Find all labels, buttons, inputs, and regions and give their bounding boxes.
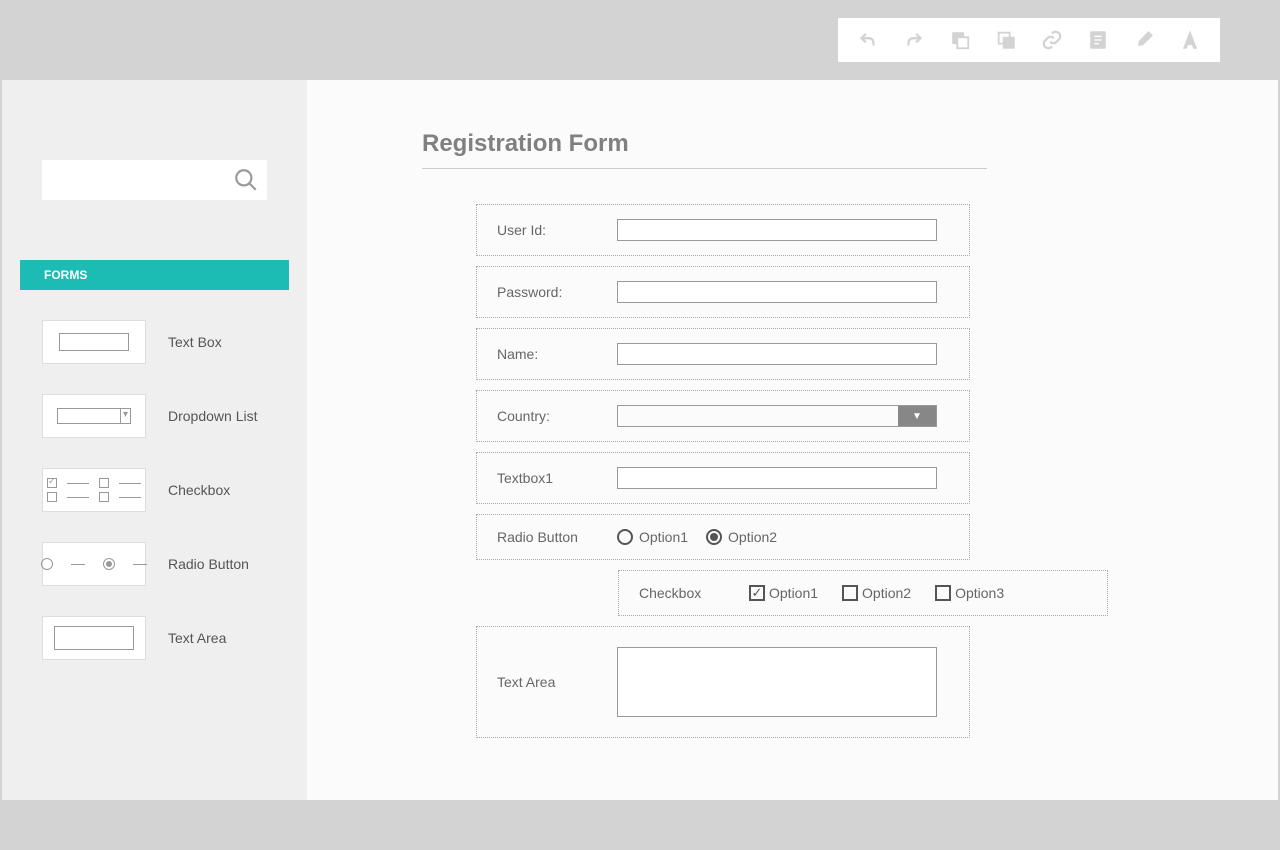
chevron-down-icon[interactable]: ▼: [898, 406, 936, 426]
input-user-id[interactable]: [617, 219, 937, 241]
row-radio[interactable]: Radio Button Option1 Option2: [476, 514, 970, 560]
palette-label: Text Box: [168, 334, 222, 350]
checkbox-group: Option1 Option2 Option3: [749, 585, 1004, 601]
undo-icon[interactable]: [856, 28, 880, 52]
input-textbox1[interactable]: [617, 467, 937, 489]
palette-item-textbox[interactable]: Text Box: [42, 320, 267, 364]
checkbox-checked-icon: [749, 585, 765, 601]
radio-thumb-icon: [42, 542, 146, 586]
paste-icon[interactable]: [994, 28, 1018, 52]
radio-circle-icon: [617, 529, 633, 545]
checkbox-icon: [935, 585, 951, 601]
page-title: Registration Form: [422, 130, 1178, 158]
radio-option1[interactable]: Option1: [617, 529, 688, 545]
checkbox-icon: [842, 585, 858, 601]
checkbox-option-label: Option3: [955, 585, 1004, 601]
row-country[interactable]: Country: ▼: [476, 390, 970, 442]
textbox-thumb-icon: [42, 320, 146, 364]
label-name: Name:: [497, 346, 617, 362]
input-name[interactable]: [617, 343, 937, 365]
top-toolbar: [0, 0, 1280, 80]
label-textarea: Text Area: [497, 674, 617, 690]
row-password[interactable]: Password:: [476, 266, 970, 318]
label-user-id: User Id:: [497, 222, 617, 238]
checkbox-option1[interactable]: Option1: [749, 585, 818, 601]
palette-label: Radio Button: [168, 556, 249, 572]
font-icon[interactable]: [1178, 28, 1202, 52]
palette-item-textarea[interactable]: Text Area: [42, 616, 267, 660]
document-icon[interactable]: [1086, 28, 1110, 52]
palette-item-radio[interactable]: Radio Button: [42, 542, 267, 586]
toolbar-container: [838, 18, 1220, 62]
label-radio: Radio Button: [497, 529, 617, 545]
title-divider: [422, 168, 987, 169]
input-password[interactable]: [617, 281, 937, 303]
radio-option2[interactable]: Option2: [706, 529, 777, 545]
sidebar: FORMS Text Box Dropdown List Checkbox: [2, 80, 307, 800]
radio-option-label: Option2: [728, 529, 777, 545]
redo-icon[interactable]: [902, 28, 926, 52]
label-textbox1: Textbox1: [497, 470, 617, 486]
checkbox-option-label: Option1: [769, 585, 818, 601]
search-input[interactable]: [50, 160, 233, 200]
link-icon[interactable]: [1040, 28, 1064, 52]
bottom-bar: [0, 800, 1280, 850]
row-checkbox[interactable]: Checkbox Option1 Option2 Option3: [618, 570, 1108, 616]
checkbox-option-label: Option2: [862, 585, 911, 601]
dropdown-thumb-icon: [42, 394, 146, 438]
palette-label: Text Area: [168, 630, 226, 646]
textarea-field[interactable]: [617, 647, 937, 717]
search-box: [42, 160, 267, 200]
label-password: Password:: [497, 284, 617, 300]
palette-item-dropdown[interactable]: Dropdown List: [42, 394, 267, 438]
row-textarea[interactable]: Text Area: [476, 626, 970, 738]
checkbox-option2[interactable]: Option2: [842, 585, 911, 601]
checkbox-thumb-icon: [42, 468, 146, 512]
dropdown-country[interactable]: ▼: [617, 405, 937, 427]
sidebar-category-forms[interactable]: FORMS: [20, 260, 289, 290]
radio-option-label: Option1: [639, 529, 688, 545]
row-user-id[interactable]: User Id:: [476, 204, 970, 256]
brush-icon[interactable]: [1132, 28, 1156, 52]
main-container: FORMS Text Box Dropdown List Checkbox: [2, 80, 1278, 800]
radio-circle-selected-icon: [706, 529, 722, 545]
row-name[interactable]: Name:: [476, 328, 970, 380]
row-textbox1[interactable]: Textbox1: [476, 452, 970, 504]
palette-label: Dropdown List: [168, 408, 258, 424]
label-country: Country:: [497, 408, 617, 424]
label-checkbox: Checkbox: [639, 585, 749, 601]
search-icon[interactable]: [233, 167, 259, 193]
radio-group: Option1 Option2: [617, 529, 777, 545]
checkbox-option3[interactable]: Option3: [935, 585, 1004, 601]
palette-item-checkbox[interactable]: Checkbox: [42, 468, 267, 512]
canvas: Registration Form User Id: Password: Nam…: [307, 80, 1278, 800]
palette-label: Checkbox: [168, 482, 230, 498]
textarea-thumb-icon: [42, 616, 146, 660]
copy-icon[interactable]: [948, 28, 972, 52]
